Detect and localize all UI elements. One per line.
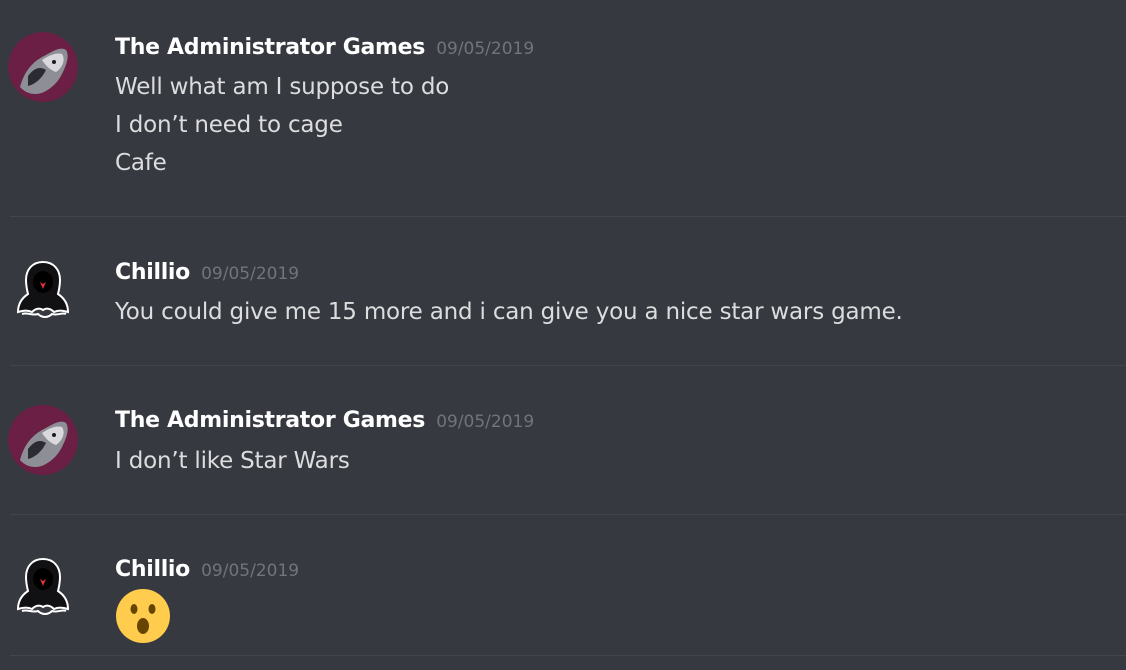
hooded-figure-avatar-icon <box>8 553 78 623</box>
message-header: The Administrator Games 09/05/2019 <box>115 33 534 63</box>
timestamp: 09/05/2019 <box>436 412 535 432</box>
message-text: Well what am I suppose to do <box>115 74 450 100</box>
chat-messages: The Administrator Games 09/05/2019 Well … <box>0 0 1126 670</box>
wolf-avatar-icon <box>8 32 78 102</box>
avatar[interactable] <box>8 256 78 326</box>
message-header: The Administrator Games 09/05/2019 <box>115 406 534 436</box>
message-text: Cafe <box>115 150 167 176</box>
message-divider <box>10 655 1126 656</box>
timestamp: 09/05/2019 <box>201 561 300 581</box>
hooded-figure-avatar-icon <box>8 256 78 326</box>
message-text: You could give me 15 more and i can give… <box>115 299 903 325</box>
message-divider <box>10 365 1126 366</box>
message-header: Chillio 09/05/2019 <box>115 555 299 585</box>
timestamp: 09/05/2019 <box>436 39 535 59</box>
wolf-avatar-icon <box>8 405 78 475</box>
message-text: I don’t need to cage <box>115 112 343 138</box>
message-text: I don’t like Star Wars <box>115 448 350 474</box>
message-header: Chillio 09/05/2019 <box>115 258 299 288</box>
username[interactable]: The Administrator Games <box>115 408 425 433</box>
avatar[interactable] <box>8 405 78 475</box>
message-divider <box>10 216 1126 217</box>
timestamp: 09/05/2019 <box>201 264 300 284</box>
username[interactable]: Chillio <box>115 260 190 285</box>
message-divider <box>10 514 1126 515</box>
avatar[interactable] <box>8 32 78 102</box>
open-mouth-emoji-icon[interactable] <box>115 588 171 644</box>
avatar[interactable] <box>8 553 78 623</box>
username[interactable]: The Administrator Games <box>115 35 425 60</box>
username[interactable]: Chillio <box>115 557 190 582</box>
